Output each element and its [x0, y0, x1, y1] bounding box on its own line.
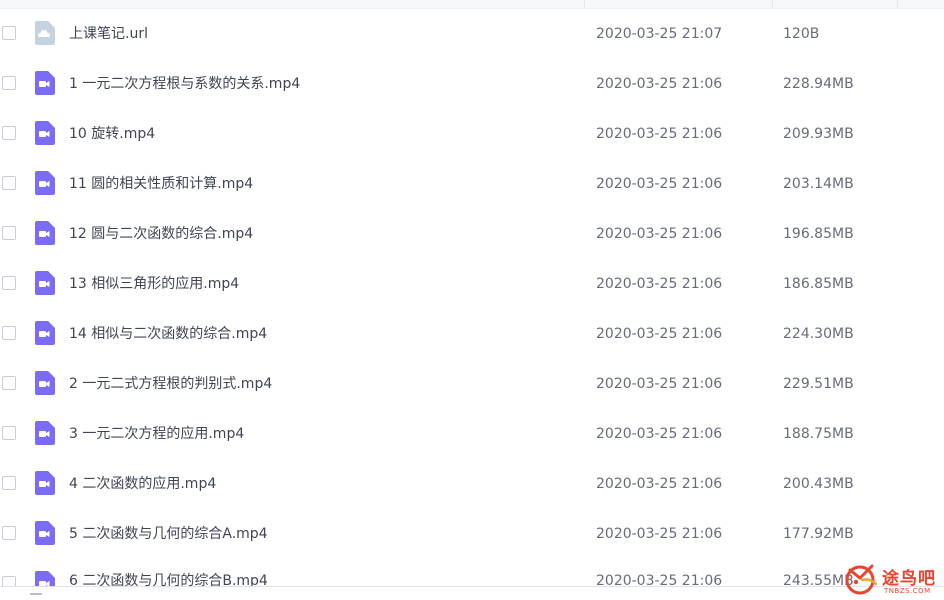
bird-logo-icon: [845, 564, 878, 595]
row-checkbox[interactable]: [2, 376, 16, 390]
file-row[interactable]: 2 一元二式方程根的判别式.mp4 2020-03-25 21:06 229.5…: [0, 359, 944, 409]
file-name[interactable]: 4 二次函数的应用.mp4: [69, 459, 216, 509]
video-file-icon: [33, 221, 55, 245]
file-size: 209.93MB: [783, 126, 854, 142]
column-divider[interactable]: [584, 0, 585, 8]
row-checkbox[interactable]: [2, 476, 16, 490]
file-size: 224.30MB: [783, 326, 854, 342]
file-row[interactable]: 5 二次函数与几何的综合A.mp4 2020-03-25 21:06 177.9…: [0, 509, 944, 559]
file-name[interactable]: 13 相似三角形的应用.mp4: [69, 259, 239, 309]
file-size: 186.85MB: [783, 276, 854, 292]
file-size: 229.51MB: [783, 376, 854, 392]
file-name[interactable]: 上课笔记.url: [69, 9, 148, 59]
file-name[interactable]: 1 一元二次方程根与系数的关系.mp4: [69, 59, 300, 109]
file-modified-date: 2020-03-25 21:07: [596, 26, 723, 42]
cloud-link-icon: [33, 21, 55, 45]
list-bottom-edge: [0, 586, 944, 600]
file-modified-date: 2020-03-25 21:06: [596, 526, 723, 542]
column-divider[interactable]: [772, 0, 773, 8]
file-size: 228.94MB: [783, 76, 854, 92]
video-file-icon: [33, 471, 55, 495]
file-name[interactable]: 10 旋转.mp4: [69, 109, 155, 159]
file-size: 177.92MB: [783, 526, 854, 542]
row-checkbox[interactable]: [2, 126, 16, 140]
file-row[interactable]: 1 一元二次方程根与系数的关系.mp4 2020-03-25 21:06 228…: [0, 59, 944, 109]
row-checkbox[interactable]: [2, 326, 16, 340]
file-modified-date: 2020-03-25 21:06: [596, 476, 723, 492]
file-row[interactable]: 4 二次函数的应用.mp4 2020-03-25 21:06 200.43MB: [0, 459, 944, 509]
video-file-icon: [33, 171, 55, 195]
file-size: 120B: [783, 26, 820, 42]
video-file-icon: [33, 521, 55, 545]
file-row[interactable]: 12 圆与二次函数的综合.mp4 2020-03-25 21:06 196.85…: [0, 209, 944, 259]
file-size: 200.43MB: [783, 476, 854, 492]
file-row[interactable]: 14 相似与二次函数的综合.mp4 2020-03-25 21:06 224.3…: [0, 309, 944, 359]
video-file-icon: [33, 421, 55, 445]
row-checkbox[interactable]: [2, 176, 16, 190]
file-name[interactable]: 14 相似与二次函数的综合.mp4: [69, 309, 267, 359]
file-row[interactable]: 10 旋转.mp4 2020-03-25 21:06 209.93MB: [0, 109, 944, 159]
file-size: 203.14MB: [783, 176, 854, 192]
video-file-icon: [33, 371, 55, 395]
file-modified-date: 2020-03-25 21:06: [596, 276, 723, 292]
watermark-text: 途鸟吧: [882, 569, 936, 589]
file-row[interactable]: 13 相似三角形的应用.mp4 2020-03-25 21:06 186.85M…: [0, 259, 944, 309]
row-checkbox[interactable]: [2, 276, 16, 290]
file-modified-date: 2020-03-25 21:06: [596, 226, 723, 242]
file-list: 上课笔记.url 2020-03-25 21:07 120B 1 一元二次方程根…: [0, 9, 944, 600]
video-file-icon: [33, 71, 55, 95]
file-row[interactable]: 上课笔记.url 2020-03-25 21:07 120B: [0, 9, 944, 59]
file-name[interactable]: 2 一元二式方程根的判别式.mp4: [69, 359, 272, 409]
file-name[interactable]: 12 圆与二次函数的综合.mp4: [69, 209, 253, 259]
file-modified-date: 2020-03-25 21:06: [596, 326, 723, 342]
column-header: [0, 0, 944, 9]
file-browser: 上课笔记.url 2020-03-25 21:07 120B 1 一元二次方程根…: [0, 0, 944, 600]
row-checkbox[interactable]: [2, 526, 16, 540]
file-row[interactable]: 11 圆的相关性质和计算.mp4 2020-03-25 21:06 203.14…: [0, 159, 944, 209]
row-checkbox[interactable]: [2, 76, 16, 90]
video-file-icon: [33, 121, 55, 145]
row-checkbox[interactable]: [2, 426, 16, 440]
file-modified-date: 2020-03-25 21:06: [596, 126, 723, 142]
file-size: 188.75MB: [783, 426, 854, 442]
file-modified-date: 2020-03-25 21:06: [596, 76, 723, 92]
file-modified-date: 2020-03-25 21:06: [596, 426, 723, 442]
file-name[interactable]: 5 二次函数与几何的综合A.mp4: [69, 509, 268, 559]
file-row[interactable]: 3 一元二次方程的应用.mp4 2020-03-25 21:06 188.75M…: [0, 409, 944, 459]
file-name[interactable]: 3 一元二次方程的应用.mp4: [69, 409, 244, 459]
row-checkbox[interactable]: [2, 226, 16, 240]
video-file-icon: [33, 271, 55, 295]
watermark: 途鸟吧 TNBZS.COM: [842, 558, 942, 598]
file-name[interactable]: 11 圆的相关性质和计算.mp4: [69, 159, 253, 209]
column-divider[interactable]: [897, 0, 898, 8]
row-checkbox[interactable]: [2, 26, 16, 40]
file-modified-date: 2020-03-25 21:06: [596, 176, 723, 192]
video-file-icon: [33, 321, 55, 345]
file-modified-date: 2020-03-25 21:06: [596, 376, 723, 392]
watermark-subtext: TNBZS.COM: [884, 587, 931, 595]
partial-icon: [30, 593, 42, 595]
file-size: 196.85MB: [783, 226, 854, 242]
